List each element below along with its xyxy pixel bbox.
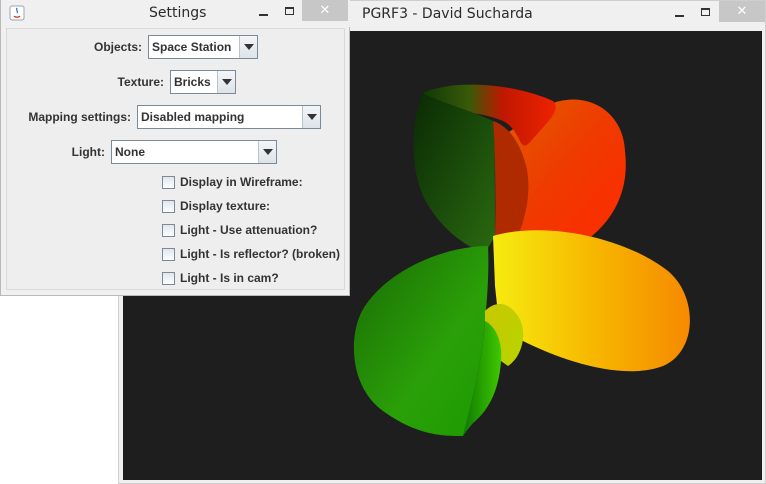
light-attenuation-checkbox[interactable]: Light - Use attenuation? — [162, 221, 317, 239]
mapping-combobox[interactable]: Disabled mapping — [137, 105, 321, 129]
shape-lobe-left-dark — [413, 93, 495, 253]
settings-minimize-button[interactable] — [250, 0, 276, 21]
display-texture-checkbox[interactable]: Display texture: — [162, 197, 270, 215]
light-in-cam-checkbox-box[interactable] — [162, 271, 175, 285]
light-combobox-value: None — [115, 145, 145, 159]
settings-close-button[interactable]: ✕ — [302, 0, 348, 21]
maximize-icon — [700, 7, 710, 16]
light-in-cam-checkbox-label: Light - Is in cam? — [180, 271, 279, 285]
minimize-icon — [258, 13, 268, 16]
shape-lobe-bottom-right — [493, 230, 690, 372]
close-icon: ✕ — [319, 3, 331, 18]
java-icon — [9, 5, 25, 21]
light-label: Light: — [71, 145, 105, 159]
objects-label: Objects: — [93, 40, 142, 54]
light-reflector-checkbox-box[interactable] — [162, 247, 175, 261]
display-texture-checkbox-label: Display texture: — [180, 199, 271, 213]
minimize-button[interactable] — [666, 1, 692, 22]
texture-combobox[interactable]: Bricks — [170, 70, 236, 94]
wireframe-checkbox[interactable]: Display in Wireframe: — [162, 173, 303, 191]
settings-panel: Objects: Space Station Texture: Bricks M… — [6, 28, 345, 290]
close-button[interactable]: ✕ — [719, 1, 765, 22]
chevron-down-icon[interactable] — [239, 36, 257, 58]
chevron-down-icon[interactable] — [217, 71, 235, 93]
light-in-cam-checkbox[interactable]: Light - Is in cam? — [162, 269, 279, 287]
wireframe-checkbox-box[interactable] — [162, 175, 175, 189]
light-attenuation-checkbox-box[interactable] — [162, 223, 175, 237]
minimize-icon — [674, 14, 684, 17]
close-icon: ✕ — [736, 4, 748, 19]
objects-combobox[interactable]: Space Station — [148, 35, 258, 59]
settings-maximize-button[interactable] — [276, 0, 302, 21]
wireframe-checkbox-label: Display in Wireframe: — [180, 175, 303, 189]
mapping-combobox-value: Disabled mapping — [141, 110, 245, 124]
objects-combobox-value: Space Station — [152, 40, 232, 54]
settings-title: Settings — [149, 5, 207, 21]
mapping-label: Mapping settings: — [28, 110, 131, 124]
settings-title-bar[interactable]: Settings ✕ — [1, 0, 350, 27]
light-reflector-checkbox-label: Light - Is reflector? (broken) — [180, 247, 341, 261]
light-reflector-checkbox[interactable]: Light - Is reflector? (broken) — [162, 245, 340, 263]
light-attenuation-checkbox-label: Light - Use attenuation? — [180, 223, 318, 237]
texture-combobox-value: Bricks — [174, 75, 211, 89]
maximize-button[interactable] — [692, 1, 718, 22]
display-texture-checkbox-box[interactable] — [162, 199, 175, 213]
render-window-title: PGRF3 - David Sucharda — [362, 6, 533, 22]
chevron-down-icon[interactable] — [258, 141, 276, 163]
settings-window: Settings ✕ Objects: Space Station Textur… — [0, 0, 350, 296]
light-combobox[interactable]: None — [111, 140, 277, 164]
maximize-icon — [284, 6, 294, 15]
shape-lobe-left — [353, 246, 489, 436]
texture-label: Texture: — [117, 75, 164, 89]
chevron-down-icon[interactable] — [302, 106, 320, 128]
